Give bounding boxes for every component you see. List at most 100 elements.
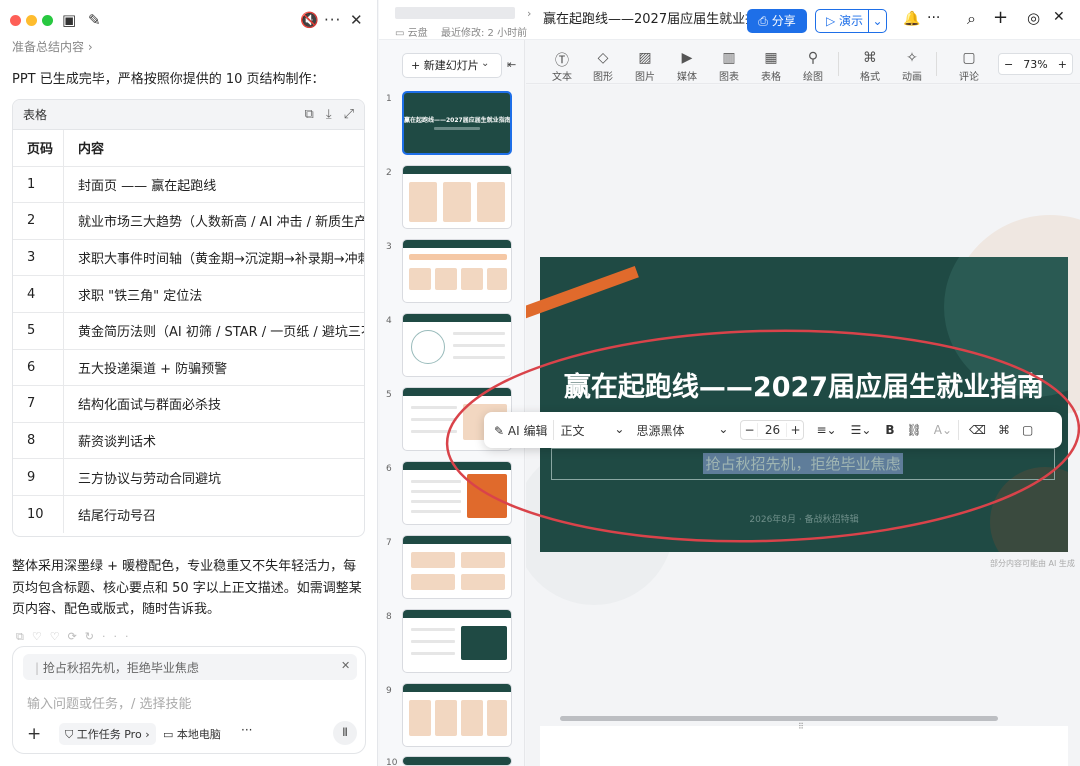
slide-number: 3 [386, 242, 392, 252]
bold-icon[interactable]: B [885, 423, 894, 437]
tool-comment[interactable]: ▢ 评论 [951, 50, 987, 83]
style-icon[interactable]: ⌘ [998, 423, 1010, 437]
page-content: 封面页 —— 赢在起跑线 [78, 178, 217, 194]
slide-thumb-2[interactable] [402, 165, 512, 229]
intro-text: PPT 已生成完毕，严格按照你提供的 10 页结构制作： [12, 72, 325, 87]
ai-edit-button[interactable]: ✎ AI 编辑 [494, 422, 547, 439]
minimize-window-button[interactable] [26, 15, 37, 26]
chevron-down-icon: ⌄ [718, 421, 729, 436]
chevron-down-icon[interactable]: ⌄ [481, 58, 489, 69]
table-row: 5 黄金简历法则（AI 初筛 / STAR / 一页纸 / 避坑三不要） [13, 312, 364, 350]
local-computer-button[interactable]: ▭ 本地电脑 [163, 726, 221, 742]
tool-table[interactable]: ▦ 表格 [753, 50, 789, 83]
table-row: 7 结构化面试与群面必杀技 [13, 386, 364, 423]
table-icon: ▦ [764, 50, 778, 66]
increase-size-button[interactable]: + [787, 423, 803, 437]
slide-number: 10 [386, 758, 398, 766]
slide-date: 2026年8月 · 备战秋招特辑 [749, 515, 859, 525]
task-icon: ⛉ [65, 728, 74, 741]
bell-icon[interactable]: 🔔 [903, 11, 920, 27]
share-button[interactable]: ⎙ 分享 [747, 9, 807, 33]
main-slide[interactable]: 赢在起跑线——2027届应届生就业指南 抢占秋招先机，拒绝毕业焦虑 2026年8… [540, 257, 1068, 552]
close-window-button[interactable] [10, 15, 21, 26]
slide-thumb-1[interactable]: 赢在起跑线——2027届应届生就业指南 [402, 91, 512, 155]
font-family-select[interactable]: 思源黑体 ⌄ [636, 422, 728, 439]
paragraph-style-select[interactable]: 正文 ⌄ [560, 422, 628, 439]
slide-thumb-3[interactable] [402, 239, 512, 303]
close-panel-icon[interactable]: ✕ [350, 11, 363, 29]
search-icon[interactable]: ⌕ [967, 9, 976, 29]
subtitle-textbox[interactable]: 抢占秋招先机，拒绝毕业焦虑 [551, 448, 1055, 480]
page-content: 薪资谈判话术 [78, 435, 157, 451]
zoom-level[interactable]: 73% [1023, 58, 1047, 71]
notes-area[interactable]: ⠿ [540, 722, 1068, 766]
document-title[interactable]: 赢在起跑线——2027届应届生就业指南 [543, 8, 771, 27]
column-header: 页码 [13, 130, 64, 166]
table-row: 2 就业市场三大趋势（人数新高 / AI 冲击 / 新质生产力 / 学 [13, 203, 364, 240]
compass-icon[interactable]: ◎ [1027, 9, 1040, 27]
tool-shape[interactable]: ◇ 图形 [585, 50, 621, 83]
breadcrumb[interactable]: 准备总结内容 › [12, 38, 93, 55]
copy-icon[interactable]: ⧉ [305, 107, 314, 122]
message-actions[interactable]: ⧉♡♡⟳↻··· [16, 630, 137, 644]
comment-icon[interactable]: ▢ [1022, 423, 1033, 437]
tool-format[interactable]: ⌘ 格式 [852, 50, 888, 83]
page-content: 结尾行动号召 [78, 508, 157, 524]
tool-draw[interactable]: ⚲ 绘图 [795, 50, 831, 83]
page-content: 求职大事件时间轴（黄金期→沉淀期→补录期→冲刺期） [78, 252, 364, 268]
table-row: 8 薪资谈判话术 [13, 422, 364, 460]
animation-icon: ✧ [906, 50, 918, 66]
cloud-location[interactable]: ▭ 云盘 [395, 24, 428, 39]
format-painter-icon[interactable]: ⌫ [969, 423, 986, 437]
font-size-stepper[interactable]: − 26 + [740, 420, 805, 440]
slide-thumb-8[interactable] [402, 609, 512, 673]
link-icon[interactable]: ⛓ [907, 423, 922, 437]
page-content: 五大投递渠道 + 防骗预警 [78, 361, 228, 377]
page-number: 2 [13, 203, 64, 239]
remove-quote-icon[interactable]: ✕ [341, 659, 350, 672]
download-icon[interactable]: ⤓ [326, 107, 332, 122]
tool-image[interactable]: ▨ 图片 [627, 50, 663, 83]
tool-media[interactable]: ▶ 媒体 [669, 50, 705, 83]
mute-icon[interactable]: 🔇 [300, 11, 319, 29]
align-icon[interactable]: ≡⌄ [816, 423, 836, 437]
close-icon[interactable]: ✕ [1053, 9, 1065, 25]
zoom-in-button[interactable]: + [1058, 58, 1067, 71]
add-icon[interactable]: + [993, 7, 1008, 28]
slide-thumb-9[interactable] [402, 683, 512, 747]
collapse-panel-icon[interactable]: ⇤ [507, 58, 516, 71]
tool-animation[interactable]: ✧ 动画 [894, 50, 930, 83]
ai-generated-note: 部分内容可能由 AI 生成 [990, 559, 1075, 568]
more-icon[interactable]: ··· [324, 11, 341, 29]
slide-thumb-7[interactable] [402, 535, 512, 599]
voice-icon[interactable]: ⦀ [333, 721, 357, 745]
page-number: 4 [13, 276, 64, 312]
slide-subtitle[interactable]: 抢占秋招先机，拒绝毕业焦虑 [703, 453, 903, 474]
message-input[interactable]: 输入问题或任务，/ 选择技能 [27, 693, 192, 712]
tool-chart[interactable]: ▥ 图表 [711, 50, 747, 83]
add-icon[interactable]: + [27, 724, 41, 744]
tool-text[interactable]: Ⓣ 文本 [544, 50, 580, 83]
font-color-icon[interactable]: A⌄ [934, 423, 952, 437]
maximize-window-button[interactable] [42, 15, 53, 26]
new-chat-icon[interactable]: ✎ [88, 11, 101, 29]
list-icon[interactable]: ☰⌄ [851, 423, 872, 437]
more-icon[interactable]: ··· [927, 10, 940, 26]
slide-title[interactable]: 赢在起跑线——2027届应届生就业指南 [540, 365, 1068, 404]
chevron-down-icon[interactable]: ⌄ [868, 10, 886, 32]
slide-thumb-6[interactable] [402, 461, 512, 525]
slide-thumb-10[interactable] [402, 756, 512, 766]
expand-icon[interactable]: ⤢ [344, 107, 354, 122]
font-size-value[interactable]: 26 [757, 423, 788, 437]
sidebar-toggle-icon[interactable]: ▣ [62, 11, 76, 29]
present-button[interactable]: ▷ 演示 ⌄ [815, 9, 887, 33]
horizontal-scrollbar[interactable] [560, 716, 998, 721]
zoom-out-button[interactable]: − [1004, 58, 1013, 71]
decrease-size-button[interactable]: − [741, 423, 757, 437]
page-number: 9 [13, 459, 64, 495]
drag-handle-icon[interactable]: ⠿ [798, 722, 804, 731]
task-mode-button[interactable]: ⛉ 工作任务 Pro › [59, 723, 156, 745]
slide-thumb-4[interactable] [402, 313, 512, 377]
more-options-icon[interactable]: ··· [241, 723, 252, 737]
laptop-icon: ▭ [163, 728, 174, 741]
